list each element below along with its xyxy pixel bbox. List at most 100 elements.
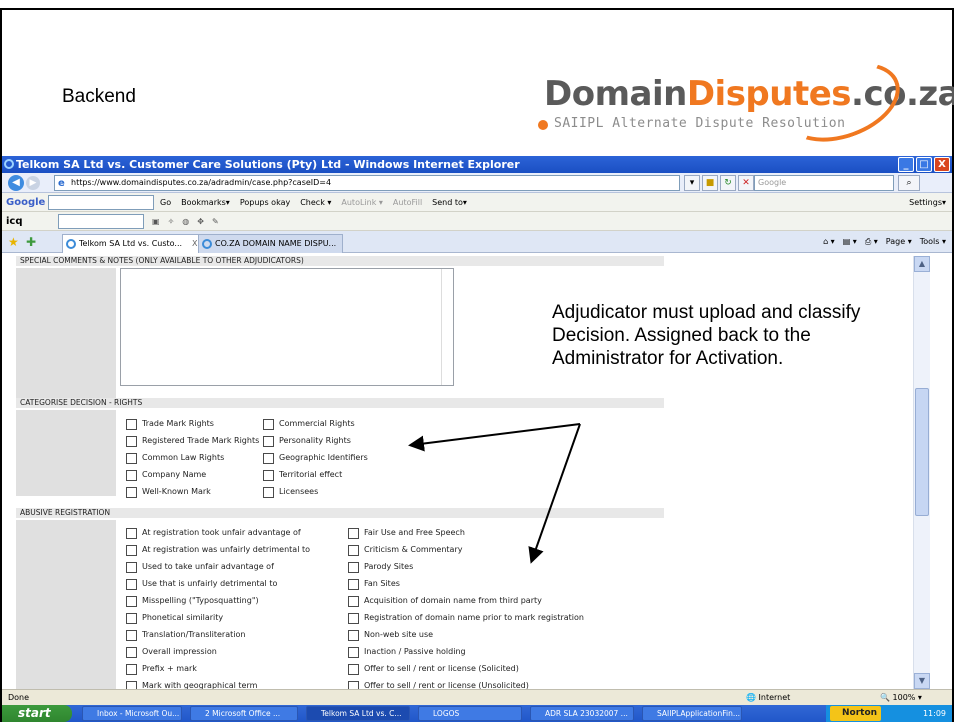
icq-label: icq [6,216,23,227]
bookmarks-button[interactable]: Bookmarks▾ [181,193,230,212]
abusive-checkbox[interactable]: Overall impression [126,647,217,658]
google-label: Google [6,197,46,208]
window-title: Telkom SA Ltd vs. Customer Care Solution… [16,158,520,171]
abusive-checkbox[interactable]: Offer to sell / rent or license (Unsolic… [348,681,529,689]
abusive-checkbox[interactable]: Use that is unfairly detrimental to [126,579,277,590]
forward-button[interactable]: ▶ [26,176,40,190]
icq-tool-icon[interactable]: ✧ [168,212,175,231]
rights-checkbox[interactable]: Company Name [126,470,206,481]
logo-subtitle: SAIIPL Alternate Dispute Resolution [554,116,846,131]
check-button[interactable]: Check ▾ [300,193,331,212]
taskbar-item[interactable]: Inbox - Microsoft Ou... [82,706,182,721]
taskbar-item[interactable]: LOGOS [418,706,522,721]
taskbar-item[interactable]: 2 Microsoft Office ... [190,706,298,721]
rights-checkbox[interactable]: Geographic Identifiers [263,453,368,464]
rights-checkbox[interactable]: Registered Trade Mark Rights [126,436,259,447]
autofill-button[interactable]: AutoFill [393,193,422,212]
rights-checkbox[interactable]: Commercial Rights [263,419,355,430]
abusive-checkbox[interactable]: Mark with geographical term [126,681,257,689]
rights-checkbox[interactable]: Common Law Rights [126,453,224,464]
tab-coza-domain[interactable]: CO.ZA DOMAIN NAME DISPU... [198,234,344,253]
home-icon[interactable]: ⌂ ▾ [823,231,835,253]
abusive-checkbox[interactable]: Offer to sell / rent or license (Solicit… [348,664,519,675]
start-button[interactable]: start [2,705,72,722]
ie-page-icon: e [58,178,65,189]
favorites-star-icon[interactable]: ★ [8,235,19,249]
ie-icon [4,159,14,169]
abusive-checkbox[interactable]: Translation/Transliteration [126,630,245,641]
icq-tool-icon[interactable]: ✎ [212,212,219,231]
abusive-checkbox[interactable]: Fan Sites [348,579,400,590]
taskbar-item[interactable]: SAIIPLApplicationFin... [642,706,742,721]
icq-tool-icon[interactable]: ▣ [152,212,160,231]
taskbar: start Inbox - Microsoft Ou... 2 Microsof… [2,705,952,722]
scroll-thumb[interactable] [915,388,929,516]
settings-button[interactable]: Settings▾ [909,193,946,212]
ie-icon [66,239,76,249]
feeds-icon[interactable]: ▤ ▾ [843,231,857,253]
abusive-checkbox[interactable]: Fair Use and Free Speech [348,528,465,539]
address-bar: ◀ ▶ e https://www.domaindisputes.co.za/a… [2,173,952,193]
rights-checkbox[interactable]: Territorial effect [263,470,342,481]
search-input[interactable]: Google [754,175,894,191]
refresh-icon[interactable]: ↻ [720,175,736,191]
abusive-checkbox[interactable]: At registration was unfairly detrimental… [126,545,310,556]
abusive-checkbox[interactable]: Misspelling ("Typosquatting") [126,596,259,607]
tools-menu[interactable]: Tools ▾ [920,231,946,253]
taskbar-item[interactable]: ADR SLA 23032007 ... [530,706,634,721]
icq-search-input[interactable] [58,214,144,229]
ie-window: Telkom SA Ltd vs. Customer Care Solution… [2,156,952,722]
google-search-input[interactable] [48,195,154,210]
lock-icon[interactable]: ■ [702,175,718,191]
abusive-checkbox[interactable]: Phonetical similarity [126,613,223,624]
tab-bar: ★ ✚ Telkom SA Ltd vs. Custo... X CO.ZA DO… [2,231,952,253]
abusive-checkbox[interactable]: Parody Sites [348,562,413,573]
abusive-checkbox[interactable]: Criticism & Commentary [348,545,462,556]
popups-button[interactable]: Popups okay [240,193,290,212]
maximize-button[interactable]: □ [916,157,932,172]
add-favorite-icon[interactable]: ✚ [26,235,36,249]
page-menu[interactable]: Page ▾ [886,231,912,253]
rights-checkbox[interactable]: Personality Rights [263,436,351,447]
rights-checkbox[interactable]: Licensees [263,487,318,498]
search-icon[interactable]: ⌕ [898,175,920,191]
rights-checkbox[interactable]: Well-Known Mark [126,487,211,498]
minimize-button[interactable]: _ [898,157,914,172]
vertical-scrollbar[interactable]: ▲ ▼ [913,256,930,689]
clock: 11:09 [922,709,946,718]
abusive-checkbox[interactable]: Acquisition of domain name from third pa… [348,596,542,607]
dropdown-icon[interactable]: ▾ [684,175,700,191]
abusive-checkbox[interactable]: Non-web site use [348,630,433,641]
scroll-down-icon[interactable]: ▼ [914,673,930,689]
slide-title: Backend [62,86,136,107]
window-titlebar[interactable]: Telkom SA Ltd vs. Customer Care Solution… [2,156,952,173]
abusive-checkbox[interactable]: Prefix + mark [126,664,197,675]
back-button[interactable]: ◀ [8,175,24,191]
icq-tool-icon[interactable]: ◍ [182,212,189,231]
icq-tool-icon[interactable]: ✥ [197,212,204,231]
google-go-button[interactable]: Go [160,193,171,212]
tab-close-icon[interactable]: X [192,239,197,248]
annotation-text: Adjudicator must upload and classify Dec… [552,302,861,369]
tab-telkom[interactable]: Telkom SA Ltd vs. Custo... X [62,234,205,253]
zoom-level[interactable]: 🔍 100% ▾ [880,690,922,705]
send-to-button[interactable]: Send to▾ [432,193,467,212]
norton-button[interactable]: Norton [830,706,882,721]
print-icon[interactable]: ⎙ ▾ [865,231,878,253]
logo-part-domain: Domain [544,74,687,114]
abusive-checkbox[interactable]: Inaction / Passive holding [348,647,466,658]
rights-checkbox[interactable]: Trade Mark Rights [126,419,214,430]
taskbar-item[interactable]: Telkom SA Ltd vs. C... [306,706,410,721]
abusive-checkbox[interactable]: Used to take unfair advantage of [126,562,274,573]
comments-textarea[interactable] [120,268,454,386]
abusive-checkbox[interactable]: Registration of domain name prior to mar… [348,613,584,624]
url-input[interactable]: e https://www.domaindisputes.co.za/adrad… [54,175,680,191]
scroll-up-icon[interactable]: ▲ [914,256,930,272]
status-text: Done [8,693,30,702]
close-button[interactable]: X [934,157,950,172]
abusive-checkbox[interactable]: At registration took unfair advantage of [126,528,301,539]
stop-icon[interactable]: ✕ [738,175,754,191]
google-toolbar: Google Go Bookmarks▾ Popups okay Check ▾… [2,193,952,212]
logo-dot [538,120,548,130]
autolink-button[interactable]: AutoLink ▾ [341,193,383,212]
